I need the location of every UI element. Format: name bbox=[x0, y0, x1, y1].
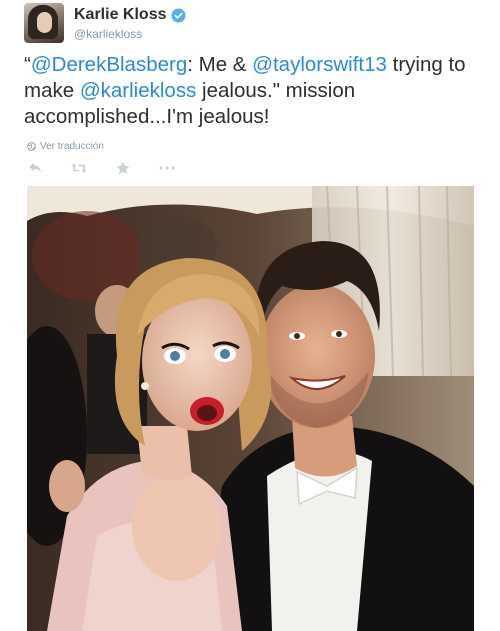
more-icon[interactable] bbox=[159, 160, 175, 176]
mention-link[interactable]: @taylorswift13 bbox=[252, 53, 387, 76]
reply-icon[interactable] bbox=[27, 160, 43, 176]
avatar[interactable] bbox=[24, 3, 64, 43]
translate-label: Ver traducción bbox=[40, 141, 104, 152]
tweet-text: “@DerekBlasberg: Me & @taylorswift13 try… bbox=[24, 52, 484, 130]
favorite-icon[interactable] bbox=[115, 160, 131, 176]
open-quote: “ bbox=[24, 53, 31, 76]
mention-link[interactable]: @DerekBlasberg bbox=[31, 53, 187, 76]
mention-link[interactable]: @karliekloss bbox=[80, 79, 197, 102]
selfie-photo[interactable] bbox=[27, 186, 474, 631]
globe-icon bbox=[27, 142, 36, 151]
tweet-text-part: : Me & bbox=[187, 53, 253, 76]
photo-illustration bbox=[27, 186, 474, 631]
retweet-icon[interactable] bbox=[71, 160, 87, 176]
tweet-actions bbox=[27, 160, 175, 176]
author-handle[interactable]: @karliekloss bbox=[74, 27, 142, 41]
translate-link[interactable]: Ver traducción bbox=[27, 141, 104, 152]
author-display-name[interactable]: Karlie Kloss bbox=[74, 6, 166, 24]
tweet-card: Karlie Kloss @karliekloss “@DerekBlasber… bbox=[0, 0, 500, 631]
author-name-row: Karlie Kloss bbox=[74, 6, 187, 24]
verified-badge-icon bbox=[171, 7, 187, 23]
